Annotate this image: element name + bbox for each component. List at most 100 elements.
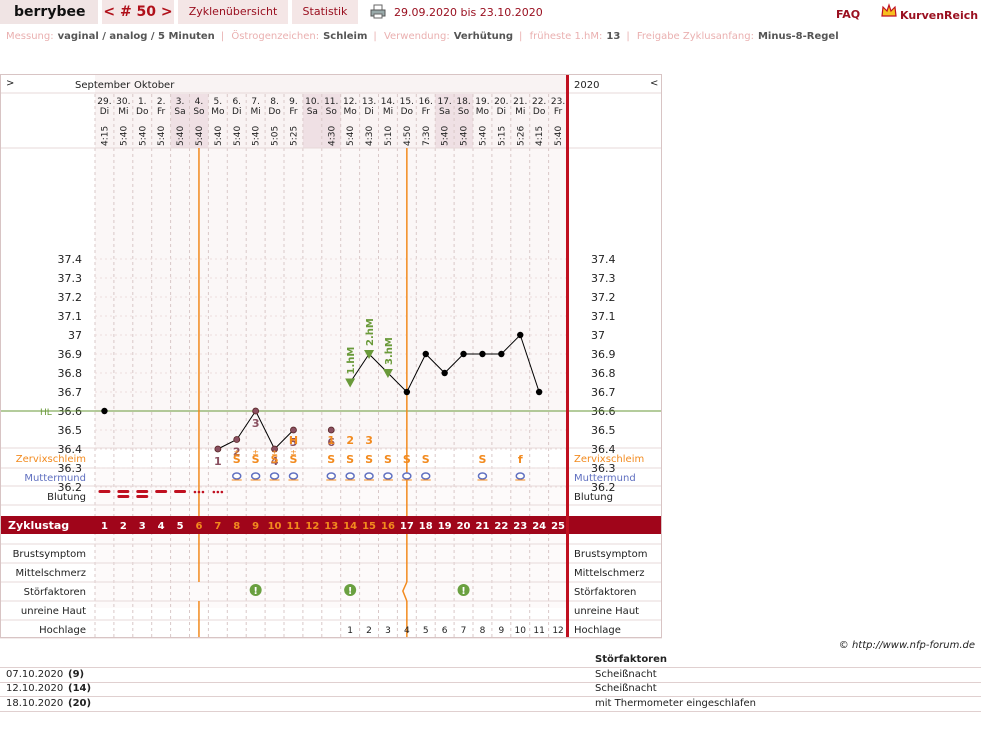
stoer-row: 18.10.2020 (20) mit Thermometer eingeschla… (0, 697, 981, 712)
cycle-day-number: 6 (195, 521, 202, 532)
temperature-point (252, 407, 260, 415)
tab-statistics[interactable]: Statistik (292, 0, 358, 24)
info-value: Schleim (323, 31, 368, 42)
cycle-day-number: 14 (343, 521, 357, 532)
cycle-day-number: 2 (120, 521, 127, 532)
time-label: 5:40 (554, 126, 564, 146)
y-tick-left: 36.7 (58, 386, 83, 399)
top-bar: berrybee < # 50 > Zyklenübersicht Statis… (0, 0, 981, 26)
tab-cycle-overview[interactable]: Zyklenübersicht (178, 0, 288, 24)
faq-link[interactable]: FAQ (836, 8, 860, 21)
time-label: 5:25 (289, 126, 299, 146)
cycle-day-number: 3 (139, 521, 146, 532)
copyright: © http://www.nfp-forum.de (838, 640, 975, 651)
cycle-day-number: 15 (362, 521, 376, 532)
date-label: 19. (475, 97, 489, 107)
weekday-label: Do (401, 107, 414, 117)
bleeding-mark (174, 490, 187, 493)
row-label-left: Brustsymptom (13, 549, 86, 560)
info-label: Messung: (6, 31, 54, 42)
date-label: 16. (419, 97, 433, 107)
cycle-navigator[interactable]: < # 50 > (102, 0, 174, 24)
weekday-label: Sa (174, 107, 185, 117)
bleeding-mark (117, 495, 130, 498)
y-tick-left: 37.1 (58, 310, 83, 323)
cycle-day-number: 5 (177, 521, 184, 532)
bleeding-mark (98, 490, 111, 493)
bleeding-spot (220, 490, 224, 494)
cycle-day-number: 19 (438, 521, 452, 532)
printer-icon[interactable] (370, 4, 386, 19)
high-mark-label: 3.hM (384, 337, 395, 365)
temperature-point (535, 388, 543, 396)
info-value: Minus-8-Regel (757, 31, 839, 42)
cervix-symbol (288, 472, 299, 480)
y-tick-right: 37.3 (591, 272, 616, 285)
y-tick-right: 37.4 (591, 253, 616, 266)
weekday-label: Di (497, 107, 506, 117)
date-label: 8. (270, 97, 279, 107)
brand-logo[interactable]: KurvenReich (880, 3, 978, 22)
stoer-day: (9) (68, 669, 85, 680)
temperature-point (214, 445, 222, 453)
cycle-info-line: Messung: vaginal / analog / 5 Minuten | Ös… (6, 31, 839, 42)
date-label: 9. (289, 97, 298, 107)
cycle-day-number: 16 (381, 521, 395, 532)
stoer-date: 12.10.2020 (6, 683, 64, 694)
weekday-label: Fr (289, 107, 298, 117)
info-label: früheste 1.hM: (529, 31, 603, 42)
row-label-left: Muttermund (24, 473, 86, 484)
date-label: 21. (513, 97, 527, 107)
mucus-sub: ± (252, 448, 259, 457)
time-label: 4:15 (535, 126, 545, 146)
cycle-day-number: 22 (494, 521, 508, 532)
mucus-count: 2 (346, 434, 354, 447)
row-label-right: Mittelschmerz (574, 568, 644, 579)
low-temp-label: 3 (252, 417, 260, 430)
mucus-count: 3 (365, 434, 373, 447)
row-label-left: unreine Haut (21, 606, 86, 617)
time-label: 4:30 (365, 126, 375, 146)
cervix-symbol (345, 472, 355, 480)
weekday-label: Do (268, 107, 281, 117)
cycle-day-number: 13 (324, 521, 338, 532)
user-name[interactable]: berrybee (0, 0, 98, 24)
cycle-chart: > September Oktober 2020 <29.Di4:1530.Mi5:40… (0, 74, 662, 639)
month-label: Oktober (134, 80, 175, 91)
mucus-count: 1 (327, 434, 335, 447)
hochlage-number: 5 (423, 626, 429, 636)
y-tick-left: 37.2 (58, 291, 83, 304)
weekday-label: Mo (211, 107, 225, 117)
row-label-right: Zervixschleim (574, 454, 644, 465)
time-label: 4:50 (403, 126, 413, 146)
stoer-day: (14) (68, 683, 92, 694)
bleeding-spot (212, 490, 216, 494)
coverline-label: HL (40, 408, 52, 418)
mucus-marker: S (384, 453, 392, 466)
stoer-row: 07.10.2020 (9) Scheißnacht (0, 667, 981, 683)
row-label-right: Hochlage (574, 625, 621, 636)
info-label: Verwendung: (383, 31, 450, 42)
date-label: 14. (381, 97, 395, 107)
cycle-day-number: 8 (233, 521, 240, 532)
brand-name: KurvenReich (900, 9, 979, 22)
month-label: September (75, 80, 131, 91)
weekday-label: Di (232, 107, 241, 117)
bleeding-mark (136, 490, 149, 493)
weekday-label: Mi (118, 107, 128, 117)
time-label: 5:40 (233, 126, 243, 146)
date-label: 7. (251, 97, 260, 107)
info-label: Östrogenzeichen: (231, 31, 320, 42)
cycle-day-number: 11 (286, 521, 300, 532)
y-tick-left: 36.5 (58, 424, 83, 437)
stoer-day: (20) (68, 698, 92, 709)
high-mark-label: 1.hM (346, 347, 357, 375)
info-value: vaginal / analog / 5 Minuten (57, 31, 215, 42)
y-tick-left: 36.9 (58, 348, 83, 361)
info-label: Freigabe Zyklusanfang: (636, 31, 754, 42)
stoer-date: 18.10.2020 (6, 698, 64, 709)
date-label: 29. (97, 97, 111, 107)
weekday-label: Sa (307, 107, 318, 117)
time-label: 5:10 (384, 126, 394, 146)
mucus-marker: S (346, 453, 354, 466)
